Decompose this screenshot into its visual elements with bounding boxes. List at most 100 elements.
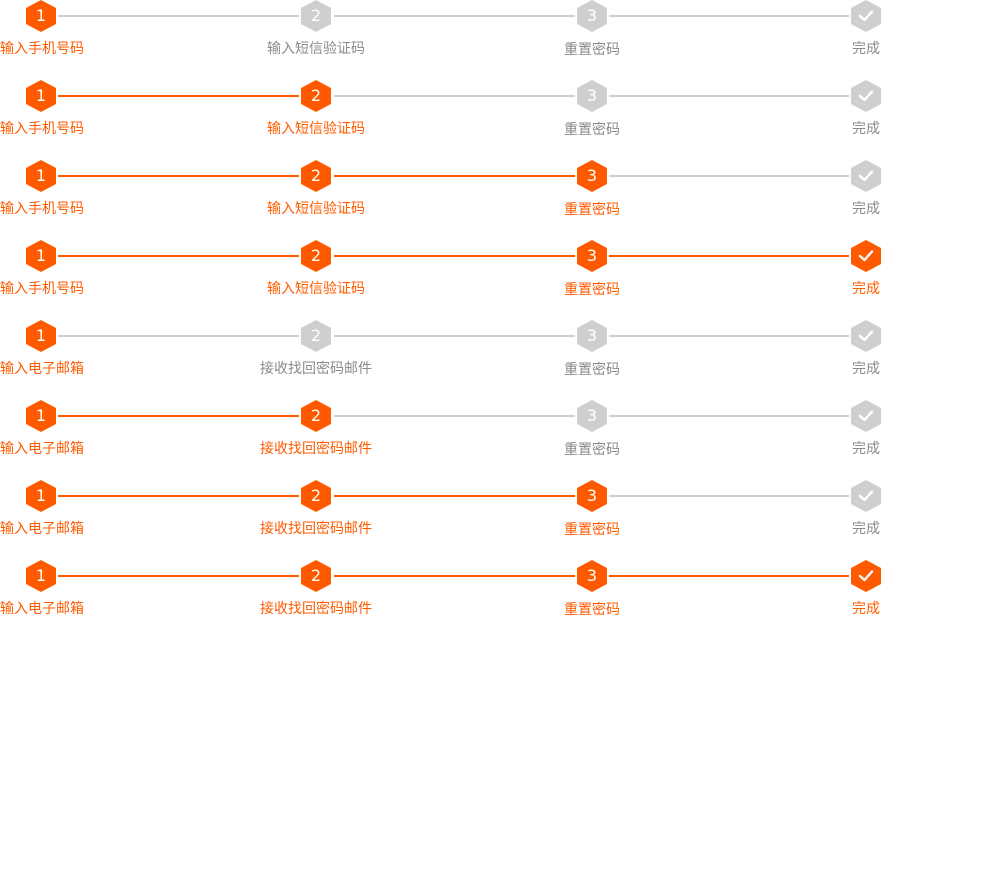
step-4-label: 完成 — [852, 601, 880, 617]
step-complete-badge — [851, 320, 881, 352]
step-4-label: 完成 — [852, 121, 880, 137]
step-connector-3-4 — [609, 415, 849, 417]
step-2-badge: 2 — [301, 400, 331, 432]
check-icon — [858, 330, 874, 342]
step-connector-2-3 — [334, 335, 575, 337]
step-connector-3-4 — [609, 335, 849, 337]
step-3-label: 重置密码 — [564, 202, 620, 218]
step-2-label: 输入短信验证码 — [267, 201, 365, 217]
step-1-label: 输入手机号码 — [0, 281, 84, 297]
step-complete-badge — [851, 560, 881, 592]
step-2-badge: 2 — [301, 560, 331, 592]
step-2-label: 输入短信验证码 — [267, 121, 365, 137]
step-connector-3-4 — [609, 175, 849, 177]
check-icon — [858, 570, 874, 582]
step-2-label: 接收找回密码邮件 — [260, 361, 372, 377]
step-1-label: 输入手机号码 — [0, 41, 84, 57]
stepper-email-8: 1 输入电子邮箱 2 接收找回密码邮件 3 重置密码 完成 — [0, 560, 1000, 640]
step-connector-3-4 — [609, 95, 849, 97]
check-icon — [858, 250, 874, 262]
step-connector-2-3 — [334, 415, 575, 417]
step-1-badge: 1 — [26, 480, 56, 512]
step-4-label: 完成 — [852, 281, 880, 297]
step-connector-1-2 — [58, 415, 299, 417]
stepper-phone-4: 1 输入手机号码 2 输入短信验证码 3 重置密码 完成 — [0, 240, 1000, 320]
step-2-label: 接收找回密码邮件 — [260, 601, 372, 617]
stepper-phone-2: 1 输入手机号码 2 输入短信验证码 3 重置密码 完成 — [0, 80, 1000, 160]
step-2-label: 接收找回密码邮件 — [260, 441, 372, 457]
step-3-label: 重置密码 — [564, 362, 620, 378]
step-2-label: 输入短信验证码 — [267, 281, 365, 297]
step-connector-1-2 — [58, 335, 299, 337]
step-connector-2-3 — [334, 495, 575, 497]
password-recovery-steppers: 1 输入手机号码 2 输入短信验证码 3 重置密码 完成 1 输入手机号码 2 输入短信验证码 3 重置… — [0, 0, 1000, 880]
step-connector-3-4 — [609, 495, 849, 497]
step-1-badge: 1 — [26, 0, 56, 32]
step-connector-3-4 — [609, 15, 849, 17]
step-2-badge: 2 — [301, 80, 331, 112]
step-complete-badge — [851, 400, 881, 432]
step-connector-1-2 — [58, 95, 299, 97]
step-4-label: 完成 — [852, 201, 880, 217]
check-icon — [858, 10, 874, 22]
step-connector-1-2 — [58, 255, 299, 257]
step-3-label: 重置密码 — [564, 522, 620, 538]
step-complete-badge — [851, 240, 881, 272]
step-3-badge: 3 — [577, 80, 607, 112]
step-1-label: 输入电子邮箱 — [0, 521, 84, 537]
step-connector-2-3 — [334, 175, 575, 177]
step-1-badge: 1 — [26, 80, 56, 112]
step-3-label: 重置密码 — [564, 122, 620, 138]
step-connector-1-2 — [58, 175, 299, 177]
step-2-label: 输入短信验证码 — [267, 41, 365, 57]
check-icon — [858, 170, 874, 182]
step-3-label: 重置密码 — [564, 282, 620, 298]
step-3-badge: 3 — [577, 160, 607, 192]
step-3-label: 重置密码 — [564, 42, 620, 58]
stepper-phone-1: 1 输入手机号码 2 输入短信验证码 3 重置密码 完成 — [0, 0, 1000, 80]
step-1-label: 输入手机号码 — [0, 201, 84, 217]
step-3-badge: 3 — [577, 560, 607, 592]
step-1-badge: 1 — [26, 560, 56, 592]
step-1-label: 输入电子邮箱 — [0, 441, 84, 457]
step-2-label: 接收找回密码邮件 — [260, 521, 372, 537]
step-3-badge: 3 — [577, 240, 607, 272]
step-3-label: 重置密码 — [564, 442, 620, 458]
step-4-label: 完成 — [852, 41, 880, 57]
step-1-badge: 1 — [26, 400, 56, 432]
step-connector-2-3 — [334, 15, 575, 17]
step-3-badge: 3 — [577, 320, 607, 352]
check-icon — [858, 490, 874, 502]
step-complete-badge — [851, 480, 881, 512]
check-icon — [858, 90, 874, 102]
step-connector-1-2 — [58, 495, 299, 497]
step-1-badge: 1 — [26, 240, 56, 272]
step-complete-badge — [851, 80, 881, 112]
step-3-label: 重置密码 — [564, 602, 620, 618]
step-connector-2-3 — [334, 255, 575, 257]
step-connector-2-3 — [334, 95, 575, 97]
step-4-label: 完成 — [852, 521, 880, 537]
step-2-badge: 2 — [301, 320, 331, 352]
step-3-badge: 3 — [577, 0, 607, 32]
step-1-badge: 1 — [26, 160, 56, 192]
stepper-email-7: 1 输入电子邮箱 2 接收找回密码邮件 3 重置密码 完成 — [0, 480, 1000, 560]
step-connector-3-4 — [609, 255, 849, 257]
stepper-email-5: 1 输入电子邮箱 2 接收找回密码邮件 3 重置密码 完成 — [0, 320, 1000, 400]
step-1-label: 输入电子邮箱 — [0, 601, 84, 617]
step-connector-2-3 — [334, 575, 575, 577]
step-connector-1-2 — [58, 575, 299, 577]
step-3-badge: 3 — [577, 480, 607, 512]
step-3-badge: 3 — [577, 400, 607, 432]
step-4-label: 完成 — [852, 441, 880, 457]
step-1-label: 输入手机号码 — [0, 121, 84, 137]
step-2-badge: 2 — [301, 480, 331, 512]
step-1-label: 输入电子邮箱 — [0, 361, 84, 377]
step-2-badge: 2 — [301, 240, 331, 272]
step-complete-badge — [851, 0, 881, 32]
step-connector-3-4 — [609, 575, 849, 577]
step-1-badge: 1 — [26, 320, 56, 352]
step-4-label: 完成 — [852, 361, 880, 377]
stepper-email-6: 1 输入电子邮箱 2 接收找回密码邮件 3 重置密码 完成 — [0, 400, 1000, 480]
step-2-badge: 2 — [301, 160, 331, 192]
